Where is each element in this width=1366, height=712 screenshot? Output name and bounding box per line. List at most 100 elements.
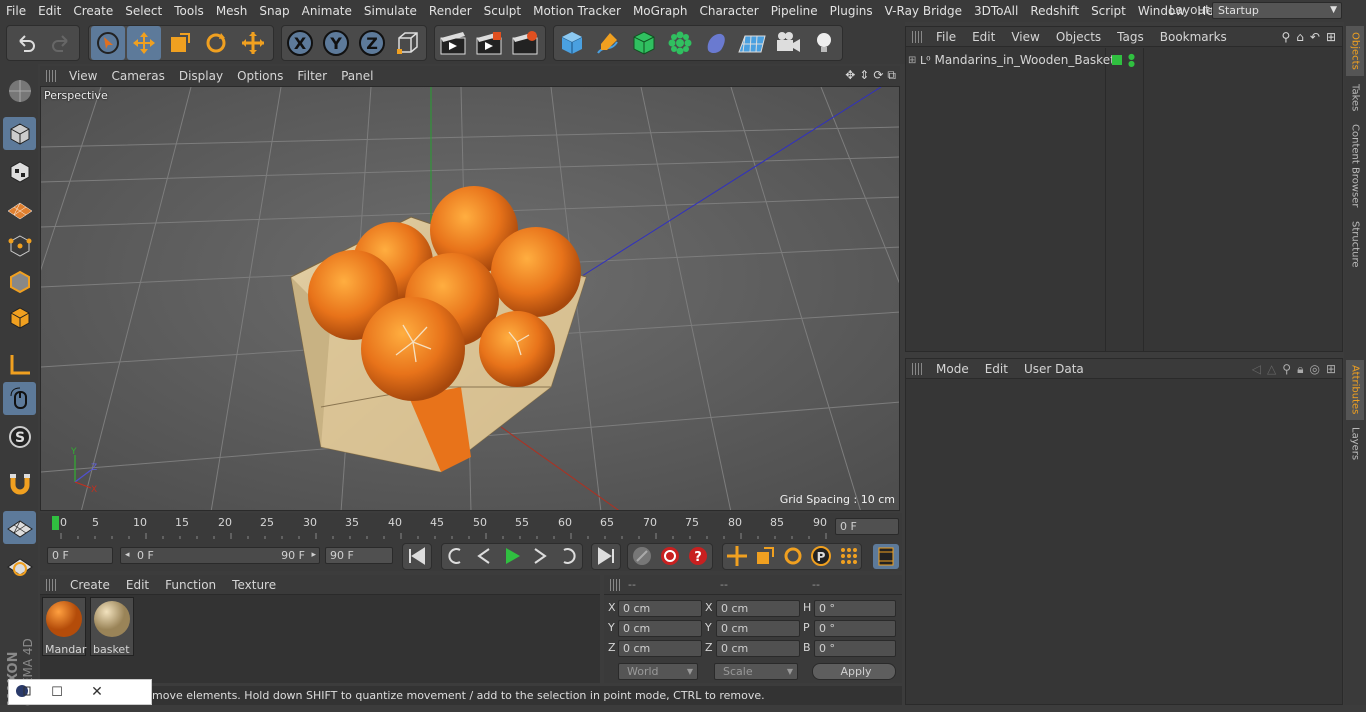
grip-icon[interactable] xyxy=(46,578,58,591)
tab-attributes[interactable]: Attributes xyxy=(1346,360,1364,420)
goto-end-icon[interactable] xyxy=(595,546,617,569)
material-menu-create[interactable]: Create xyxy=(62,578,118,592)
object-menu-bookmarks[interactable]: Bookmarks xyxy=(1152,30,1235,44)
record-disabled-icon[interactable] xyxy=(631,545,653,570)
prev-frame-icon[interactable] xyxy=(473,546,495,569)
light-icon[interactable] xyxy=(807,26,841,60)
app-icon[interactable] xyxy=(9,684,37,701)
visibility-dots-icon[interactable]: ● ● xyxy=(1128,53,1135,68)
size-mode-select[interactable]: Scale ▼ xyxy=(714,663,798,680)
arrow-up-icon[interactable]: △ xyxy=(1267,362,1276,377)
menu-3dtoall[interactable]: 3DToAll xyxy=(968,4,1024,18)
search-icon[interactable]: ⚲ xyxy=(1281,30,1290,44)
size-z-field[interactable]: 0 cm xyxy=(716,640,800,657)
position-x-field[interactable]: 0 cm xyxy=(618,600,702,617)
menu-simulate[interactable]: Simulate xyxy=(358,4,423,18)
menu-mograph[interactable]: MoGraph xyxy=(627,4,694,18)
menu-vray-bridge[interactable]: V-Ray Bridge xyxy=(879,4,968,18)
texture-mode-icon[interactable] xyxy=(3,155,36,188)
attr-menu-edit[interactable]: Edit xyxy=(977,362,1016,376)
menu-sculpt[interactable]: Sculpt xyxy=(478,4,527,18)
menu-pipeline[interactable]: Pipeline xyxy=(765,4,824,18)
timeline-window-icon[interactable] xyxy=(873,544,899,569)
expand-icon[interactable]: ⊞ xyxy=(908,55,920,66)
rotation-p-field[interactable]: 0 ° xyxy=(814,620,896,637)
viewport-menu-filter[interactable]: Filter xyxy=(290,69,334,83)
arrow-left-icon[interactable]: ◁ xyxy=(1252,362,1261,377)
snap-icon[interactable]: S xyxy=(3,420,36,453)
goto-start-icon[interactable] xyxy=(406,546,428,569)
redo-icon[interactable] xyxy=(44,26,78,60)
maximize-icon[interactable]: ⧉ xyxy=(887,68,896,83)
next-frame-icon[interactable] xyxy=(529,546,551,569)
material-menu-texture[interactable]: Texture xyxy=(224,578,284,592)
render-view-icon[interactable] xyxy=(436,26,470,60)
tab-structure[interactable]: Structure xyxy=(1346,216,1364,272)
grip-icon[interactable] xyxy=(46,70,58,82)
layout-select[interactable]: Startup ▼ xyxy=(1212,2,1342,19)
viewport-menu-options[interactable]: Options xyxy=(230,69,290,83)
current-frame-field[interactable]: 0 F xyxy=(835,518,899,535)
apply-button[interactable]: Apply xyxy=(812,663,896,680)
keyframe-selection-icon[interactable]: ? xyxy=(687,545,709,570)
model-mode-icon[interactable] xyxy=(3,117,36,150)
start-frame-field[interactable]: 0 F xyxy=(47,547,113,564)
viewport-perspective[interactable]: Y Z X Perspective Grid Spacing : 10 cm xyxy=(40,86,900,511)
pen-icon[interactable] xyxy=(591,26,625,60)
next-key-icon[interactable] xyxy=(557,546,579,569)
layer-color-icon[interactable] xyxy=(1112,55,1122,65)
subdivision-icon[interactable] xyxy=(627,26,661,60)
material-swatch-mandar[interactable]: Mandar xyxy=(42,597,86,656)
attr-menu-mode[interactable]: Mode xyxy=(928,362,977,376)
rotation-h-field[interactable]: 0 ° xyxy=(814,600,896,617)
object-menu-tags[interactable]: Tags xyxy=(1109,30,1152,44)
edges-mode-icon[interactable] xyxy=(3,265,36,298)
live-select-icon[interactable] xyxy=(236,26,270,60)
menu-character[interactable]: Character xyxy=(693,4,764,18)
menu-plugins[interactable]: Plugins xyxy=(824,4,879,18)
magnet-icon[interactable] xyxy=(3,467,36,500)
viewport-solo-icon[interactable] xyxy=(3,74,36,107)
menu-create[interactable]: Create xyxy=(67,4,119,18)
viewport-menu-panel[interactable]: Panel xyxy=(334,69,380,83)
menu-script[interactable]: Script xyxy=(1085,4,1132,18)
polygons-mode-icon[interactable] xyxy=(3,301,36,334)
search-icon[interactable]: ⚲ xyxy=(1282,362,1291,377)
z-axis-icon[interactable]: Z xyxy=(355,26,389,60)
prev-key-icon[interactable] xyxy=(445,546,467,569)
menu-render[interactable]: Render xyxy=(423,4,478,18)
viewport-menu-cameras[interactable]: Cameras xyxy=(104,69,171,83)
play-icon[interactable] xyxy=(501,546,523,569)
new-window-icon[interactable]: ⊞ xyxy=(1326,30,1336,44)
undo-icon[interactable] xyxy=(9,26,43,60)
menu-edit[interactable]: Edit xyxy=(32,4,67,18)
key-parameter-icon[interactable]: P xyxy=(810,545,832,570)
orbit-icon[interactable]: ⟳ xyxy=(873,68,883,83)
menu-animate[interactable]: Animate xyxy=(296,4,358,18)
move-icon[interactable] xyxy=(127,26,161,60)
viewport-menu-display[interactable]: Display xyxy=(172,69,230,83)
rotation-b-field[interactable]: 0 ° xyxy=(814,640,896,657)
target-icon[interactable]: ◎ xyxy=(1309,362,1319,377)
workplane-icon[interactable] xyxy=(3,191,36,224)
object-menu-edit[interactable]: Edit xyxy=(964,30,1003,44)
render-picture-viewer-icon[interactable] xyxy=(472,26,506,60)
autokey-icon[interactable] xyxy=(659,545,681,570)
new-window-icon[interactable]: ⊞ xyxy=(1326,362,1336,377)
tab-layers[interactable]: Layers xyxy=(1346,424,1364,464)
cloner-icon[interactable] xyxy=(663,26,697,60)
size-x-field[interactable]: 0 cm xyxy=(716,600,800,617)
maximize-icon[interactable]: ☐ xyxy=(37,685,77,700)
menu-redshift[interactable]: Redshift xyxy=(1024,4,1085,18)
camera-icon[interactable] xyxy=(771,26,805,60)
menu-snap[interactable]: Snap xyxy=(253,4,295,18)
viewport-menu-view[interactable]: View xyxy=(62,69,104,83)
cube-icon[interactable] xyxy=(555,26,589,60)
select-icon[interactable] xyxy=(91,26,125,60)
tweak-mode-icon[interactable] xyxy=(3,382,36,415)
key-pla-icon[interactable] xyxy=(838,545,860,570)
pan-icon[interactable]: ✥ xyxy=(845,68,855,83)
position-z-field[interactable]: 0 cm xyxy=(618,640,702,657)
material-swatch-basket[interactable]: basket xyxy=(90,597,134,656)
key-scale-icon[interactable] xyxy=(754,545,776,570)
